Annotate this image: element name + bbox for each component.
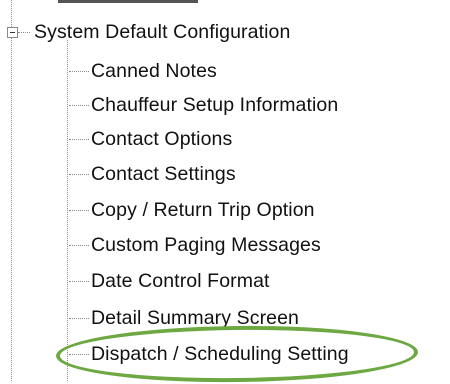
tree-node-system-default-configuration[interactable]: System Default Configuration [34, 20, 290, 44]
tree-node-date-control-format[interactable]: Date Control Format [91, 269, 270, 293]
tree-node-canned-notes[interactable]: Canned Notes [91, 59, 217, 83]
child-connector [69, 105, 89, 106]
parent-connector [18, 32, 30, 33]
root-tree-connector [11, 0, 12, 381]
tree-node-custom-paging-messages[interactable]: Custom Paging Messages [91, 233, 321, 257]
child-connector [69, 281, 89, 282]
child-connector [69, 318, 89, 319]
child-connector [69, 245, 89, 246]
cut-off-row-fragment [58, 0, 198, 3]
tree-node-copy-return-trip-option[interactable]: Copy / Return Trip Option [91, 198, 315, 222]
child-connector [69, 210, 89, 211]
child-connector [69, 139, 89, 140]
child-connector [69, 354, 89, 355]
tree-node-contact-options[interactable]: Contact Options [91, 127, 232, 151]
tree-view: System Default Configuration Canned Note… [0, 0, 450, 384]
tree-node-chauffeur-setup-information[interactable]: Chauffeur Setup Information [91, 93, 338, 117]
tree-node-contact-settings[interactable]: Contact Settings [91, 162, 236, 186]
child-connector [69, 174, 89, 175]
children-tree-connector [67, 40, 68, 381]
collapse-toggle-icon[interactable] [7, 27, 18, 38]
tree-node-dispatch-scheduling-setting[interactable]: Dispatch / Scheduling Setting [91, 342, 349, 366]
tree-node-detail-summary-screen[interactable]: Detail Summary Screen [91, 306, 299, 330]
child-connector [69, 71, 89, 72]
